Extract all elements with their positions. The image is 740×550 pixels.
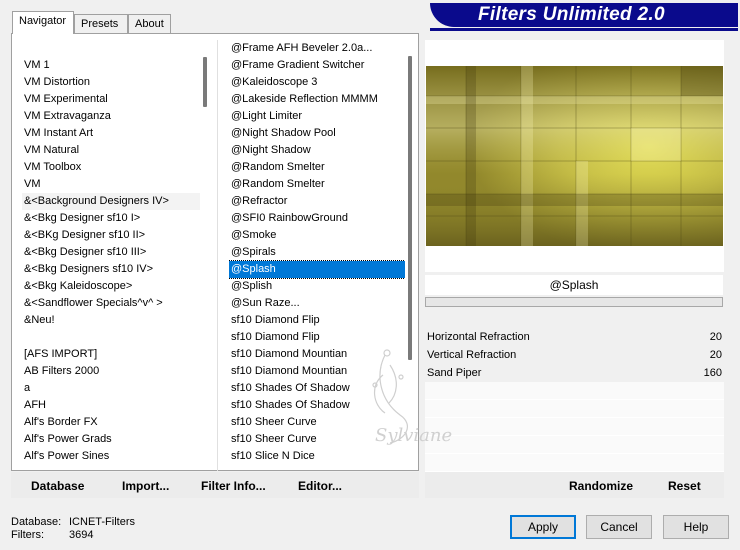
filter-item[interactable]: @SFI0 RainbowGround — [229, 210, 405, 227]
category-item[interactable]: &<Bkg Designer sf10 III> — [22, 244, 200, 261]
watermark-text: Sylviane — [375, 425, 453, 446]
parameter-value[interactable]: 20 — [710, 346, 722, 364]
category-item[interactable]: Alf's Power Grads — [22, 431, 200, 448]
tab-about[interactable]: About — [128, 14, 171, 33]
parameter-value[interactable]: 160 — [704, 364, 722, 382]
category-item[interactable]: VM 1 — [22, 57, 200, 74]
filter-item[interactable]: @Frame Gradient Switcher — [229, 57, 405, 74]
category-item[interactable]: AFH — [22, 397, 200, 414]
parameter-list: Horizontal Refraction 20 Vertical Refrac… — [425, 328, 724, 472]
database-status-value: ICNET-Filters — [69, 516, 135, 528]
category-item[interactable]: Alf's Border FX — [22, 414, 200, 431]
category-item[interactable]: [AFS IMPORT] — [22, 346, 200, 363]
parameter-value[interactable]: 20 — [710, 328, 722, 346]
parameter-row[interactable]: Vertical Refraction 20 — [425, 346, 724, 364]
editor-button[interactable]: Editor... — [298, 478, 342, 494]
list-divider — [217, 40, 218, 471]
preview-image — [426, 66, 723, 246]
category-item[interactable]: &<Background Designers IV> — [22, 193, 200, 210]
category-list[interactable]: VM 1 VM Distortion VM Experimental VM Extra… — [22, 57, 200, 468]
category-item[interactable]: Alf's Power Sines — [22, 448, 200, 465]
category-scrollbar-thumb[interactable] — [203, 57, 207, 107]
empty-parameter-row — [425, 436, 724, 454]
filter-item[interactable]: @Random Smelter — [229, 176, 405, 193]
banner-underline — [430, 28, 738, 31]
filter-item[interactable]: sf10 Diamond Flip — [229, 329, 405, 346]
category-item[interactable]: &<BKg Designer sf10 II> — [22, 227, 200, 244]
empty-parameter-row — [425, 382, 724, 400]
filter-item[interactable]: @Sun Raze... — [229, 295, 405, 312]
filter-item[interactable]: @Lakeside Reflection MMMM — [229, 91, 405, 108]
category-item[interactable]: &<Bkg Designer sf10 I> — [22, 210, 200, 227]
filter-item[interactable]: @Kaleidoscope 3 — [229, 74, 405, 91]
filter-item[interactable]: @Splash — [229, 260, 405, 279]
filter-item[interactable]: sf10 Diamond Flip — [229, 312, 405, 329]
filter-item[interactable]: @Frame AFH Beveler 2.0a... — [229, 40, 405, 57]
import-button[interactable]: Import... — [122, 478, 169, 494]
category-scrollbar[interactable] — [203, 57, 207, 468]
reset-button[interactable]: Reset — [668, 478, 701, 494]
category-item[interactable]: VM Distortion — [22, 74, 200, 91]
filter-item[interactable]: @Random Smelter — [229, 159, 405, 176]
filters-count-value: 3694 — [69, 529, 94, 541]
app-title: Filters Unlimited 2.0 — [478, 4, 665, 25]
tab-navigator[interactable]: Navigator — [12, 11, 74, 34]
filter-item[interactable]: @Night Shadow Pool — [229, 125, 405, 142]
category-item — [22, 329, 200, 346]
category-item[interactable]: VM — [22, 176, 200, 193]
watermark-signature — [372, 349, 408, 444]
category-item[interactable]: &<Bkg Designers sf10 IV> — [22, 261, 200, 278]
filter-item[interactable]: @Light Limiter — [229, 108, 405, 125]
help-button[interactable]: Help — [663, 515, 729, 539]
tab-presets[interactable]: Presets — [74, 14, 128, 33]
category-item[interactable]: a — [22, 380, 200, 397]
cancel-button[interactable]: Cancel — [586, 515, 652, 539]
randomize-button[interactable]: Randomize — [569, 478, 633, 494]
preview-progress-bar — [425, 297, 723, 307]
preview-filter-name: @Splash — [425, 275, 723, 295]
category-item[interactable]: VM Toolbox — [22, 159, 200, 176]
category-item[interactable]: &Neu! — [22, 312, 200, 329]
filter-scrollbar-thumb[interactable] — [408, 56, 412, 360]
category-item[interactable]: AB Filters 2000 — [22, 363, 200, 380]
empty-parameter-row — [425, 418, 724, 436]
apply-button[interactable]: Apply — [510, 515, 576, 539]
filter-item[interactable]: sf10 Slice N Dice — [229, 465, 405, 468]
category-item[interactable]: &<Bkg Kaleidoscope> — [22, 278, 200, 295]
filter-item[interactable]: @Spirals — [229, 244, 405, 261]
category-item[interactable]: Alf's Power Toys — [22, 465, 200, 468]
database-status-label: Database: — [11, 516, 62, 528]
parameter-row[interactable]: Horizontal Refraction 20 — [425, 328, 724, 346]
database-button[interactable]: Database — [31, 478, 84, 494]
category-item[interactable]: &<Sandflower Specials^v^ > — [22, 295, 200, 312]
category-item[interactable]: VM Experimental — [22, 91, 200, 108]
filter-item[interactable]: @Refractor — [229, 193, 405, 210]
filter-item[interactable]: @Night Shadow — [229, 142, 405, 159]
parameter-row[interactable]: Sand Piper 160 — [425, 364, 724, 382]
filter-item[interactable]: @Smoke — [229, 227, 405, 244]
filters-count-label: Filters: — [11, 529, 44, 541]
filter-item[interactable]: @Splish — [229, 278, 405, 295]
category-item[interactable]: VM Natural — [22, 142, 200, 159]
empty-parameter-row — [425, 400, 724, 418]
category-item[interactable]: VM Extravaganza — [22, 108, 200, 125]
filter-info-button[interactable]: Filter Info... — [201, 478, 266, 494]
empty-parameter-row — [425, 454, 724, 472]
category-item[interactable]: VM Instant Art — [22, 125, 200, 142]
parameter-label: Horizontal Refraction — [427, 331, 530, 343]
preview-texture — [426, 66, 723, 246]
